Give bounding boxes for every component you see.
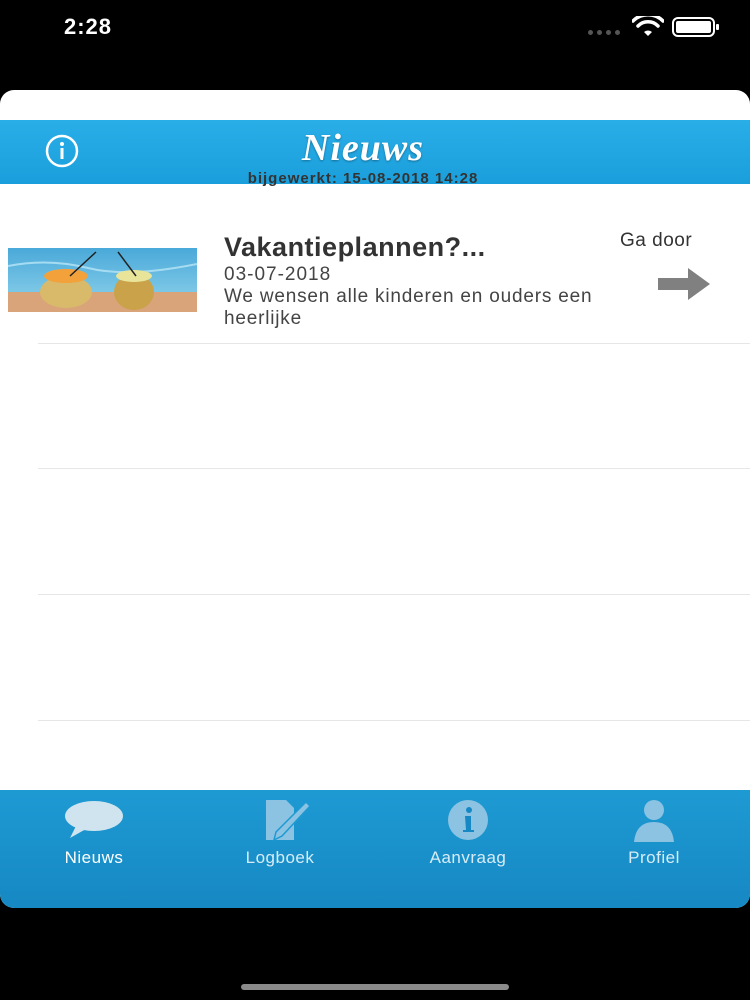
updated-timestamp: bijgewerkt: 15-08-2018 14:28 (247, 170, 479, 187)
tab-aanvraag[interactable]: Aanvraag (388, 798, 548, 878)
tab-label: Aanvraag (429, 848, 507, 867)
status-bar: 2:28 (0, 0, 750, 60)
empty-row (38, 469, 750, 595)
news-thumbnail (8, 248, 197, 312)
tab-label: Profiel (628, 848, 680, 867)
empty-row (38, 595, 750, 721)
go-label[interactable]: Ga door (620, 230, 692, 252)
news-item[interactable]: Vakantieplannen?... 03-07-2018 We wensen… (0, 210, 750, 344)
page-title: Nieuws (301, 127, 425, 169)
person-icon (634, 800, 674, 842)
signal-icon (588, 30, 620, 35)
info-circle-icon (448, 800, 488, 840)
tab-label: Logboek (245, 848, 315, 867)
document-pencil-icon (266, 800, 312, 842)
battery-icon (672, 17, 719, 37)
status-time: 2:28 (64, 14, 113, 39)
empty-row (38, 343, 750, 469)
arrow-right-icon[interactable] (654, 266, 714, 302)
speech-bubble-icon (65, 801, 123, 838)
home-indicator[interactable] (241, 984, 509, 990)
news-title: Vakantieplannen?... (224, 232, 486, 262)
tab-nieuws[interactable]: Nieuws (14, 798, 174, 878)
tab-logboek[interactable]: Logboek (200, 798, 360, 878)
news-excerpt: We wensen alle kinderen en ouders een he… (224, 286, 593, 329)
tab-profiel[interactable]: Profiel (574, 798, 734, 878)
wifi-icon (632, 16, 664, 36)
tab-bar: Nieuws Logboek Aanvraag Profiel (0, 790, 750, 908)
app-sheet: Nieuws bijgewerkt: 15-08-2018 14:28 Vaka… (0, 90, 750, 908)
news-list: Vakantieplannen?... 03-07-2018 We wensen… (0, 210, 750, 721)
news-date: 03-07-2018 (224, 264, 332, 285)
tab-label: Nieuws (64, 848, 124, 867)
